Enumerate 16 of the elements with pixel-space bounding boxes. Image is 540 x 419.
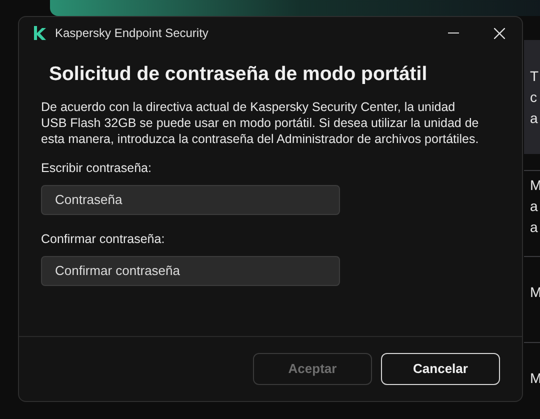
minimize-icon xyxy=(448,32,458,34)
text-fragment: a xyxy=(530,196,539,214)
text-fragment: T xyxy=(530,67,540,85)
password-field[interactable]: Contraseña xyxy=(41,184,340,215)
text-fragment: a xyxy=(530,109,539,127)
window-title: Kaspersky Endpoint Security xyxy=(55,25,208,42)
close-icon xyxy=(494,28,504,38)
text-fragment: a xyxy=(530,218,539,236)
app-logo-icon xyxy=(33,26,46,40)
dialog-heading: Solicitud de contraseña de modo portátil xyxy=(49,62,428,87)
password-field[interactable]: Confirmar contraseña xyxy=(41,256,340,286)
text-fragment: c xyxy=(530,88,538,106)
field-label: Escribir contraseña: xyxy=(41,160,152,177)
cancel-button[interactable]: Cancelar xyxy=(381,353,500,385)
description-text: De acuerdo con la directiva actual de Kaspersky Security Center, la unidad USB Flash 32GB se puede usar en modo portátil. Si desea utilizar la unidad de esta manera, introduzca la contraseña del Administrador de archivos portátiles. xyxy=(41,99,480,147)
field-label: Confirmar contraseña: xyxy=(41,230,166,248)
